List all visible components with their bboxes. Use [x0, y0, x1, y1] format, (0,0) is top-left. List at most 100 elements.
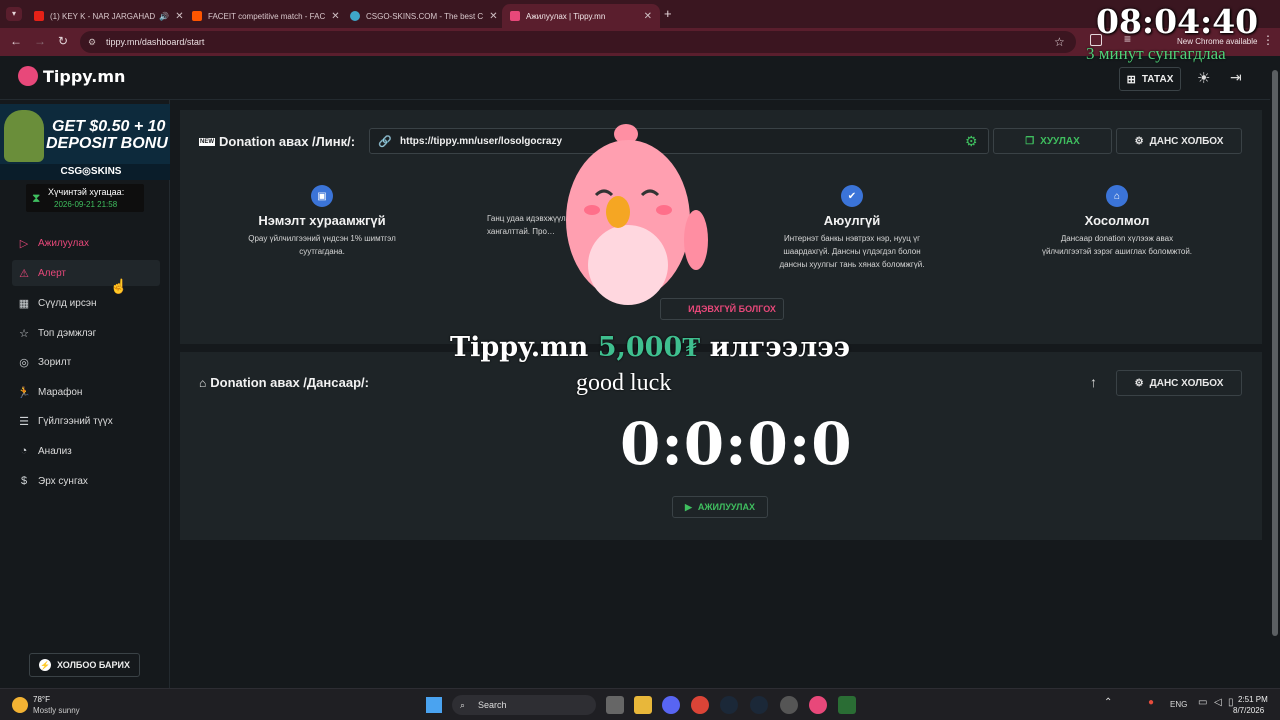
- address-bar[interactable]: ⚙ tippy.mn/dashboard/start ☆: [80, 31, 1076, 53]
- back-icon[interactable]: ←: [10, 34, 22, 48]
- sidebar-item-extend[interactable]: $ Эрх сунгах: [12, 468, 160, 494]
- donation-prefix: Tippy.mn: [450, 332, 589, 363]
- speaker-icon: 🔊: [159, 11, 170, 21]
- tab-label: Ажилуулах | Tippy.mn: [526, 11, 606, 21]
- ad-brand: CSG◎SKINS: [0, 164, 182, 180]
- site-info-icon[interactable]: ⚙: [88, 31, 96, 53]
- sidebar-item-marathon[interactable]: 🏃 Марафон: [12, 379, 160, 405]
- terminal-icon[interactable]: [838, 696, 856, 714]
- bank-icon: ⌂: [199, 375, 207, 390]
- ad-banner[interactable]: GET $0.50 + 10 DEPOSIT BONU CSG◎SKINS: [0, 104, 182, 180]
- stream-clock: 08:04:40: [1096, 2, 1259, 41]
- close-icon[interactable]: ✕: [325, 11, 339, 22]
- tab-label: CSGO-SKINS.COM - The best C: [366, 11, 484, 21]
- dollar-icon: $: [20, 475, 28, 487]
- search-label: Search: [478, 700, 507, 710]
- close-icon[interactable]: ✕: [483, 11, 497, 22]
- scrollbar-thumb[interactable]: [1272, 70, 1278, 636]
- steam-2-icon[interactable]: [750, 696, 768, 714]
- contact-label: ХОЛБОО БАРИХ: [57, 660, 130, 670]
- windows-taskbar: 78°F Mostly sunny ⌕ Search ⌃ ● ENG ▭ ◁ ▯…: [0, 688, 1280, 720]
- tippy-logo-icon: [18, 66, 38, 86]
- language-indicator[interactable]: ENG: [1170, 700, 1187, 709]
- file-explorer-icon[interactable]: [634, 696, 652, 714]
- run-label: АЖИЛУУЛАХ: [697, 502, 755, 512]
- discord-icon[interactable]: [662, 696, 680, 714]
- donation-amount: 5,000₮: [597, 332, 701, 363]
- chrome-icon[interactable]: [691, 696, 709, 714]
- download-button[interactable]: ⊞ ТАТАХ: [1119, 67, 1181, 91]
- theme-toggle-icon[interactable]: ☀: [1197, 69, 1210, 87]
- volume-icon[interactable]: ◁: [1214, 697, 1222, 708]
- clock-date[interactable]: 8/7/2026: [1233, 706, 1264, 715]
- bookmark-star-icon[interactable]: ☆: [1054, 31, 1065, 53]
- link-card-title: NEW Donation авах /Линк/:: [199, 134, 355, 149]
- weather-icon[interactable]: [12, 697, 28, 713]
- tab-search-chevron[interactable]: ▾: [6, 7, 22, 21]
- copy-button[interactable]: ❐ ХУУЛАХ: [993, 128, 1112, 154]
- donation-message: good luck: [576, 370, 672, 396]
- collapse-arrow-icon[interactable]: ↑: [1090, 374, 1097, 390]
- sidebar-item-label: Сүүлд ирсэн: [38, 297, 97, 309]
- gear-icon[interactable]: ⚙: [965, 133, 978, 150]
- sidebar-item-run[interactable]: ▷ Ажилуулах: [12, 230, 160, 256]
- messenger-icon: ⚡: [39, 659, 52, 671]
- expiry-box: ⧗ Хүчинтэй хугацаа: 2026-09-21 21:58: [26, 184, 144, 212]
- search-icon: ⌕: [460, 700, 466, 710]
- new-tab-icon[interactable]: +: [664, 6, 672, 21]
- sidebar-item-label: Зорилт: [38, 356, 72, 368]
- windows-start-icon[interactable]: [426, 697, 442, 713]
- sidebar-item-label: Топ дэмжлэг: [38, 327, 97, 339]
- page-scrollbar[interactable]: [1270, 56, 1280, 688]
- bank-icon: ⌂: [1106, 185, 1128, 207]
- tippy-logo[interactable]: Tippy.mn: [18, 66, 125, 86]
- network-icon[interactable]: ▭: [1198, 697, 1207, 708]
- copy-label: ХУУЛАХ: [1040, 135, 1080, 147]
- close-icon[interactable]: ✕: [638, 11, 652, 22]
- bank-connect-button[interactable]: ⚙ ДАНС ХОЛБОХ: [1116, 370, 1242, 396]
- taskbar-search[interactable]: ⌕ Search: [452, 695, 596, 715]
- chrome-menu-icon[interactable]: ⋮: [1262, 33, 1274, 47]
- sidebar-item-recent[interactable]: ▦ Сүүлд ирсэн: [12, 290, 160, 316]
- sidebar-item-history[interactable]: ☰ Гүйлгээний түүх: [12, 408, 160, 434]
- connect-account-button[interactable]: ⚙ ДАНС ХОЛБОХ: [1116, 128, 1242, 154]
- sidebar-item-analysis[interactable]: ◔ Анализ: [12, 438, 160, 464]
- feature-combined: ⌂ Хосолмол Дансаар donation хүлээж авах …: [1017, 185, 1217, 259]
- weather-temp[interactable]: 78°F: [33, 695, 50, 704]
- reload-icon[interactable]: ↻: [58, 34, 68, 48]
- url-text: tippy.mn/dashboard/start: [106, 37, 205, 47]
- donation-alert-line: Tippy.mn 5,000₮ илгээлээ: [450, 332, 850, 363]
- main-content: NEW Donation авах /Линк/: 🔗 https://tipp…: [170, 100, 1270, 688]
- bank-card-title-text: Donation авах /Дансаар/:: [210, 375, 369, 390]
- sidebar-item-alert[interactable]: ⚠ Алерт: [12, 260, 160, 286]
- sidebar-item-top-support[interactable]: ☆ Топ дэмжлэг: [12, 320, 160, 346]
- star-icon: ☆: [19, 327, 29, 340]
- link-donation-card: NEW Donation авах /Линк/: 🔗 https://tipp…: [180, 110, 1262, 344]
- tab-youtube[interactable]: (1) KEY K - NAR JARGAHAD 🔊 ✕: [26, 4, 184, 28]
- gear-icon: ⚙: [1134, 377, 1144, 389]
- tray-chevron-icon[interactable]: ⌃: [1104, 697, 1112, 708]
- faceit-icon: [192, 11, 202, 21]
- close-icon[interactable]: ✕: [169, 11, 183, 22]
- feature-text: Qpay үйлчилгээний үндсэн 1% шимтгэл суут…: [248, 234, 396, 256]
- tippy-taskbar-icon[interactable]: [809, 696, 827, 714]
- sidebar-item-label: Анализ: [38, 445, 72, 457]
- contact-button[interactable]: ⚡ ХОЛБОО БАРИХ: [29, 653, 140, 677]
- tab-label: FACEIT competitive match - FAC: [208, 11, 326, 21]
- sidebar-item-label: Алерт: [38, 267, 66, 279]
- logout-icon[interactable]: ⇥: [1230, 69, 1242, 86]
- run-button[interactable]: ▶ АЖИЛУУЛАХ: [672, 496, 768, 518]
- tab-csgo-skins[interactable]: CSGO-SKINS.COM - The best C ✕: [342, 4, 500, 28]
- task-view-icon[interactable]: [606, 696, 624, 714]
- steam-icon[interactable]: [720, 696, 738, 714]
- sidebar-item-goal[interactable]: ◎ Зорилт: [12, 349, 160, 375]
- tab-tippy[interactable]: Ажилуулах | Tippy.mn ✕: [502, 4, 660, 28]
- link-card-title-text: Donation авах /Линк/:: [219, 134, 356, 149]
- weather-desc[interactable]: Mostly sunny: [33, 706, 80, 715]
- clock-time[interactable]: 2:51 PM: [1238, 695, 1268, 704]
- microphone-icon[interactable]: ●: [1148, 697, 1154, 708]
- tab-faceit[interactable]: FACEIT competitive match - FAC ✕: [184, 4, 342, 28]
- play-circle-icon: ▶: [684, 501, 692, 512]
- xbox-icon[interactable]: [780, 696, 798, 714]
- forward-icon[interactable]: →: [34, 34, 46, 48]
